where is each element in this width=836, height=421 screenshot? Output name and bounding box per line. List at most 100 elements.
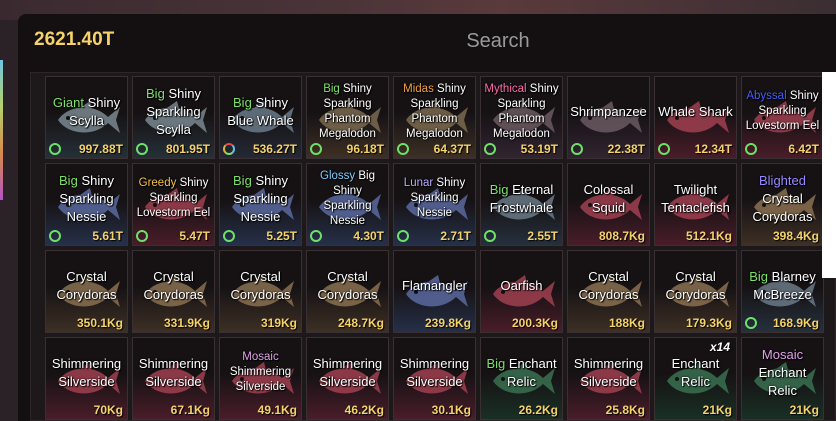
- fish-title: Midas Shiny Sparkling Phantom Megalodon: [396, 82, 473, 142]
- inventory-slot[interactable]: Big Shiny Sparkling Scylla 801.95T: [132, 76, 215, 159]
- inventory-slot[interactable]: Big Shiny Blue Whale 536.27T: [219, 76, 302, 159]
- inventory-grid: Giant Shiny Scylla 997.88T Big Shiny Spark…: [45, 76, 824, 420]
- inventory-slot[interactable]: Flamangler 239.8Kg: [393, 250, 476, 333]
- mutation-label: Giant: [52, 94, 84, 110]
- fish-value: 331.9Kg: [163, 316, 210, 330]
- inventory-slot[interactable]: Glossy Big Shiny Sparkling Nessie 4.30T: [306, 163, 389, 246]
- fish-name: Twilight Tentaclefish: [657, 170, 734, 227]
- inventory-slot[interactable]: Crystal Corydoras 188Kg: [567, 250, 650, 333]
- inventory-slot[interactable]: Big Shiny Sparkling Nessie 5.25T: [219, 163, 302, 246]
- fish-title: Lunar Shiny Sparkling Nessie: [396, 176, 473, 221]
- inventory-slot[interactable]: Abyssal Shiny Sparkling Lovestorm Eel 6.4…: [741, 76, 824, 159]
- fish-title: Big Enchant Relic: [483, 355, 560, 391]
- inventory-slot[interactable]: Greedy Shiny Sparkling Lovestorm Eel 5.47…: [132, 163, 215, 246]
- fish-value: 808.7Kg: [598, 229, 645, 243]
- mutation-label: Mosaic: [242, 351, 279, 363]
- favorite-ring-icon: [310, 143, 322, 155]
- inventory-slot[interactable]: Giant Shiny Scylla 997.88T: [45, 76, 128, 159]
- inventory-slot[interactable]: Shimmering Silverside 30.1Kg: [393, 337, 476, 420]
- inventory-slot[interactable]: Crystal Corydoras 319Kg: [219, 250, 302, 333]
- mutation-label: Mosaic: [761, 346, 804, 362]
- fish-name: Crystal Corydoras: [222, 257, 299, 314]
- fish-name-text: Shimmering Silverside: [138, 355, 209, 389]
- inventory-slot[interactable]: Crystal Corydoras 179.3Kg: [654, 250, 737, 333]
- inventory-slot[interactable]: Enchant Relic x14 21Kg: [654, 337, 737, 420]
- inventory-slot[interactable]: Big Shiny Sparkling Nessie 5.61T: [45, 163, 128, 246]
- fish-value: 188Kg: [608, 316, 645, 330]
- side-panel-edge: [822, 72, 836, 278]
- inventory-slot[interactable]: Colossal Squid 808.7Kg: [567, 163, 650, 246]
- inventory-slot[interactable]: Crystal Corydoras 331.9Kg: [132, 250, 215, 333]
- inventory-slot[interactable]: Twilight Tentaclefish 512.1Kg: [654, 163, 737, 246]
- fish-title: Mosaic Enchant Relic: [744, 346, 821, 400]
- fish-name-text: Enchant Relic: [507, 355, 557, 389]
- inventory-slot[interactable]: Big Enchant Relic 26.2Kg: [480, 337, 563, 420]
- fish-value: 350.1Kg: [76, 316, 123, 330]
- fish-value: 319Kg: [260, 316, 297, 330]
- mutation-label: Big: [749, 268, 769, 284]
- inventory-panel: 2621.40T Giant Shiny Scylla 997.88T Big Sh…: [18, 14, 836, 421]
- fish-name: Mosaic Enchant Relic: [744, 344, 821, 401]
- fish-name: Glossy Big Shiny Sparkling Nessie: [309, 170, 386, 227]
- fish-name-text: Shimmering Silverside: [399, 355, 470, 389]
- favorite-ring-icon: [223, 143, 235, 155]
- fish-title: Big Shiny Sparkling Scylla: [135, 85, 212, 139]
- inventory-slot[interactable]: Big Shiny Sparkling Phantom Megalodon 96.…: [306, 76, 389, 159]
- inventory-slot[interactable]: Big Blarney McBreeze 168.9Kg: [741, 250, 824, 333]
- fish-value: 2.55T: [527, 229, 558, 243]
- inventory-slot[interactable]: Whale Shark 12.34T: [654, 76, 737, 159]
- mutation-label: Blighted: [759, 172, 806, 188]
- fish-title: Big Blarney McBreeze: [744, 268, 821, 304]
- fish-value: 536.27T: [252, 142, 297, 156]
- inventory-slot[interactable]: Shimmering Silverside 25.8Kg: [567, 337, 650, 420]
- hotbar-edge: [0, 60, 3, 200]
- fish-name-text: Shimmering Silverside: [51, 355, 122, 389]
- fish-name-text: Crystal Corydoras: [665, 268, 726, 302]
- inventory-slot[interactable]: Big Eternal Frostwhale 2.55T: [480, 163, 563, 246]
- fish-value: 46.2Kg: [344, 403, 384, 417]
- inventory-slot[interactable]: Mosaic Shimmering Silverside 49.1Kg: [219, 337, 302, 420]
- fish-name: Shimmering Silverside: [135, 344, 212, 401]
- inventory-slot[interactable]: Blighted Crystal Corydoras 398.4Kg: [741, 163, 824, 246]
- inventory-slot[interactable]: Shrimpanzee 22.38T: [567, 76, 650, 159]
- fish-title: Big Eternal Frostwhale: [483, 181, 560, 217]
- mutation-label: Midas: [403, 82, 434, 95]
- fish-name: Crystal Corydoras: [135, 257, 212, 314]
- favorite-ring-icon: [484, 143, 496, 155]
- fish-value: 5.47T: [179, 229, 210, 243]
- fish-name-text: Flamangler: [401, 277, 468, 293]
- fish-title: Greedy Shiny Sparkling Lovestorm Eel: [135, 176, 212, 221]
- fish-name-text: Oarfish: [500, 277, 543, 293]
- inventory-slot[interactable]: Mosaic Enchant Relic 21Kg: [741, 337, 824, 420]
- favorite-ring-icon: [49, 143, 61, 155]
- fish-value: 22.38T: [607, 142, 645, 156]
- inventory-slot[interactable]: Shimmering Silverside 67.1Kg: [132, 337, 215, 420]
- fish-name: Shimmering Silverside: [309, 344, 386, 401]
- fish-name: Mythical Shiny Sparkling Phantom Megalod…: [483, 83, 560, 140]
- stack-count: x14: [709, 340, 730, 354]
- fish-name: Shrimpanzee: [570, 83, 647, 140]
- fish-title: Giant Shiny Scylla: [48, 94, 125, 130]
- inventory-slot[interactable]: Lunar Shiny Sparkling Nessie 2.71T: [393, 163, 476, 246]
- fish-value: 179.3Kg: [685, 316, 732, 330]
- inventory-slot[interactable]: Midas Shiny Sparkling Phantom Megalodon 6…: [393, 76, 476, 159]
- favorite-ring-icon: [136, 230, 148, 242]
- mutation-label: Big: [489, 181, 509, 197]
- fish-name-text: Crystal Corydoras: [578, 268, 639, 302]
- inventory-header: 2621.40T: [18, 14, 836, 64]
- inventory-grid-container[interactable]: Giant Shiny Scylla 997.88T Big Shiny Spark…: [30, 72, 836, 421]
- inventory-slot[interactable]: Mythical Shiny Sparkling Phantom Megalod…: [480, 76, 563, 159]
- inventory-slot[interactable]: Shimmering Silverside 70Kg: [45, 337, 128, 420]
- fish-title: Glossy Big Shiny Sparkling Nessie: [309, 169, 386, 229]
- fish-name-text: Shimmering Silverside: [229, 366, 292, 393]
- fish-title: Big Shiny Sparkling Nessie: [48, 172, 125, 226]
- fish-value: 53.19T: [520, 142, 558, 156]
- inventory-slot[interactable]: Shimmering Silverside 46.2Kg: [306, 337, 389, 420]
- inventory-slot[interactable]: Crystal Corydoras 350.1Kg: [45, 250, 128, 333]
- fish-name: Big Shiny Sparkling Phantom Megalodon: [309, 83, 386, 140]
- inventory-slot[interactable]: Crystal Corydoras 248.7Kg: [306, 250, 389, 333]
- fish-name: Shimmering Silverside: [396, 344, 473, 401]
- search-input[interactable]: [168, 24, 828, 58]
- fish-name: Greedy Shiny Sparkling Lovestorm Eel: [135, 170, 212, 227]
- inventory-slot[interactable]: Oarfish 200.3Kg: [480, 250, 563, 333]
